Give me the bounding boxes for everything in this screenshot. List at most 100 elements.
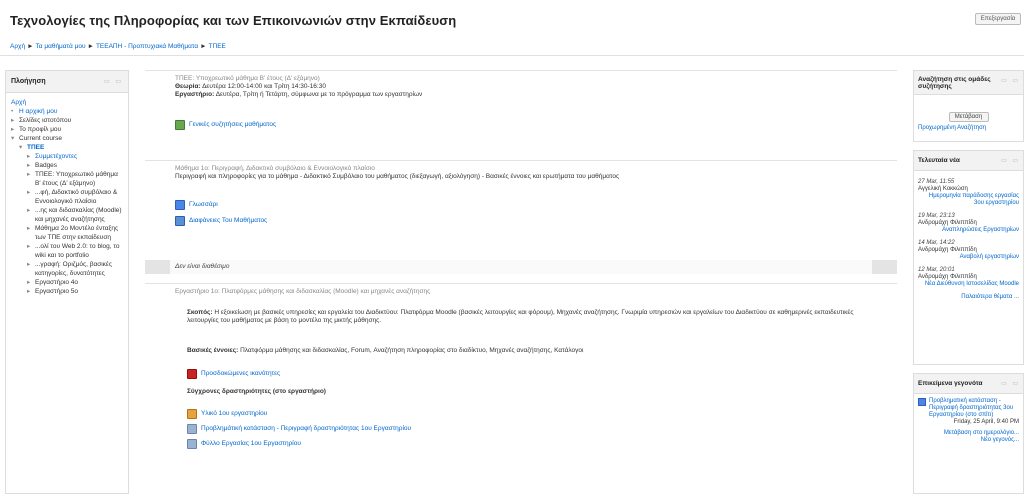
activities-heading: Σύγχρονες δραστηριότητες (στο εργαστήριο… [187,388,326,395]
nav-item[interactable]: ▸ Μάθημα 2ο Μοντέλο ένταξης των ΤΠΕ στην … [11,224,124,242]
glossary-icon [175,200,185,210]
activity-link[interactable]: Φύλλο Εργασίας 1ου Εργαστηρίου [201,440,301,448]
nav-item[interactable]: ▸ Εργαστήριο 4ο [11,278,124,287]
go-to-calendar-link[interactable]: Μετάβαση στο ημερολόγιο... [918,430,1019,437]
activity-link[interactable]: Διαφάνειες Του Μαθήματος [189,217,267,225]
block-controls-icon[interactable]: ▭ ▭ [1001,157,1020,164]
concepts-text: Πλατφόρμα μάθησης και διδασκαλίας, Forum… [240,347,584,354]
nav-item-label[interactable]: Εργαστήριο 4ο [35,278,78,287]
calendar-event-icon [918,398,926,406]
section-heading: ΤΠΕΕ: Υποχρεωτικό μάθημα Β' έτους (Δ' εξ… [175,75,320,82]
news-subject-link[interactable]: Ημερομηνία παράδοσης εργασίας 3ου εργαστ… [918,193,1019,207]
bullet-icon: • [11,108,14,115]
news-author: Ανδρομάχη Φιλιππίδη [918,274,977,280]
nav-item[interactable]: ▸ ...γραφή: Οριζμός, βασικές κατηγορίες, … [11,260,124,278]
nav-item-label[interactable]: ΤΠΕΕ [27,143,44,152]
collapsed-arrow-icon: ▸ [27,189,31,196]
news-item: 27 Mar, 11:55 Αγγελική Κοκκώση Ημερομηνία … [918,179,1019,207]
expanded-arrow-icon: ▾ [19,144,23,151]
section-right-bar [872,260,897,274]
nav-item[interactable]: ▸ Εργαστήριο 5ο [11,287,124,296]
news-date: 12 Mar, 20:01 [918,267,955,273]
goal-paragraph: Σκοπός: Η εξοικείωση με βασικές υπηρεσίε… [175,309,867,325]
section-left-bar [145,260,170,274]
activity-link[interactable]: Γενικές συζητήσεις μαθήματος [189,121,276,129]
nav-item-label[interactable]: ...φή, Διδακτικό συμβόλαιο & Εννοιολογικ… [35,188,124,206]
nav-item-label[interactable]: Εργαστήριο 5ο [35,287,78,296]
breadcrumb-separator-icon: ► [87,43,94,50]
nav-item-label[interactable]: Αρχή [11,98,26,107]
news-subject-link[interactable]: Αναπληρώσεις Εργαστηρίων [918,227,1019,234]
nav-item-label[interactable]: Η αρχική μου [19,107,57,116]
activity-link[interactable]: Προβλημάτική κατάσταση - Περιγραφή δραστ… [201,425,411,433]
nav-item[interactable]: ▾ ΤΠΕΕ [11,143,124,152]
activity-pdf[interactable]: Προσδοκώμενες ικανότητες [175,369,867,379]
nav-item-label[interactable]: Το προφίλ μου [19,125,61,134]
course-content: ΤΠΕΕ: Υποχρεωτικό μάθημα Β' έτους (Δ' εξ… [145,70,897,494]
nav-item-label[interactable]: ...ης και διδασκαλίας (Moodle) και μηχαν… [35,206,124,224]
nav-item-home[interactable]: Αρχή [11,98,124,107]
breadcrumb-my-courses[interactable]: Τα μαθήματά μου [36,43,86,50]
collapsed-arrow-icon: ▸ [27,243,31,250]
navigation-block-header: Πλοήγηση ▭ ▭ [6,71,128,93]
activity-link[interactable]: Γλωσσάρι [189,201,218,209]
activity-assignment[interactable]: Προβλημάτική κατάσταση - Περιγραφή δραστ… [175,424,867,434]
block-controls-icon[interactable]: ▭ ▭ [1001,380,1020,387]
new-event-link[interactable]: Νέο γεγονός... [918,437,1019,444]
nav-item[interactable]: ▸ ...φή, Διδακτικό συμβόλαιο & Εννοιολογι… [11,188,124,206]
activity-folder[interactable]: Διαφάνειες Του Μαθήματος [175,216,867,226]
breadcrumb: Αρχή ► Τα μαθήματά μου ► ΤΕΕΑΠΗ - Προπτυχιακ… [10,43,226,50]
activity-glossary[interactable]: Γλωσσάρι [175,200,867,210]
nav-item-label[interactable]: Current course [19,134,62,143]
nav-item[interactable]: ▾ Current course [11,134,124,143]
breadcrumb-category[interactable]: ΤΕΕΑΠΗ - Προπτυχιακά Μαθήματα [96,43,198,50]
activity-forum[interactable]: Γενικές συζητήσεις μαθήματος [175,120,867,130]
collapsed-arrow-icon: ▸ [27,288,31,295]
block-controls-icon[interactable]: ▭ ▭ [1001,77,1020,84]
advanced-search-link[interactable]: Προχωρημένη Αναζήτηση [918,125,1019,132]
course-section-general: ΤΠΕΕ: Υποχρεωτικό μάθημα Β' έτους (Δ' εξ… [145,70,897,145]
news-item: 12 Mar, 20:01 Ανδρομάχη Φιλιππίδη Νέα Διεύ… [918,267,1019,288]
search-forums-block: Αναζήτηση στις ομάδες συζήτησης ▭ ▭ Μετά… [913,70,1024,142]
pdf-icon [187,369,197,379]
news-subject-link[interactable]: Νέα Διεύθυνση Ιστοσελίδας Moodle [918,281,1019,288]
nav-item[interactable]: ▸ ...ης και διδασκαλίας (Moodle) και μηχα… [11,206,124,224]
block-controls-icon[interactable]: ▭ ▭ [104,78,123,85]
latest-news-block: Τελευταία νέα ▭ ▭ 27 Mar, 11:55 Αγγελική … [913,150,1024,365]
news-subject-link[interactable]: Αναβολή εργαστηρίων [918,254,1019,261]
nav-item[interactable]: ▸ Σελίδες ιστοτόπου [11,116,124,125]
breadcrumb-home[interactable]: Αρχή [10,43,25,50]
nav-item[interactable]: ▸ Συμμετέχοντες [11,152,124,161]
activity-link[interactable]: Προσδοκώμενες ικανότητες [201,370,280,378]
older-topics-link[interactable]: Παλαιότερα θέματα ... [918,294,1019,301]
nav-item-label[interactable]: Σελίδες ιστοτόπου [19,116,71,125]
collapsed-arrow-icon: ▸ [27,171,31,178]
block-header: Τελευταία νέα ▭ ▭ [914,151,1023,171]
event-date: Friday, 25 April, 9:40 PM [953,419,1019,425]
lab-label: Εργαστήριο: [175,91,215,98]
search-go-button[interactable]: Μετάβαση [948,112,989,122]
event-title[interactable]: Προβληματική κατάσταση - Περιγραφή δραστ… [929,398,1019,419]
nav-item-label[interactable]: ΤΠΕΕ: Υποχρεωτικό μάθημα Β' έτους (Δ' εξ… [35,170,124,188]
nav-item-label[interactable]: Συμμετέχοντες [35,152,77,161]
nav-item[interactable]: ▸ ΤΠΕΕ: Υποχρεωτικό μάθημα Β' έτους (Δ' ε… [11,170,124,188]
nav-item-label[interactable]: Μάθημα 2ο Μοντέλο ένταξης των ΤΠΕ στην ε… [35,224,124,242]
nav-item-label[interactable]: Badges [35,161,57,170]
nav-item[interactable]: ▸ ...ολί του Web 2.0: το blog, το wiki κα… [11,242,124,260]
nav-item[interactable]: • Η αρχική μου [11,107,124,116]
breadcrumb-course[interactable]: ΤΠΕΕ [209,43,226,50]
block-header: Αναζήτηση στις ομάδες συζήτησης ▭ ▭ [914,71,1023,95]
collapsed-arrow-icon: ▸ [11,126,15,133]
nav-item-label[interactable]: ...γραφή: Οριζμός, βασικές κατηγορίες, δ… [35,260,124,278]
activity-worksheet[interactable]: Φύλλο Εργασίας 1ου Εργαστηρίου [175,439,867,449]
file-icon [187,409,197,419]
navigation-tree: Αρχή • Η αρχική μου ▸ Σελίδες ιστοτόπου ▸ Το … [6,93,128,296]
nav-item[interactable]: ▸ Το προφίλ μου [11,125,124,134]
activity-link[interactable]: Υλικό 1ου εργαστηρίου [201,410,267,418]
nav-item[interactable]: ▸ Badges [11,161,124,170]
activity-file[interactable]: Υλικό 1ου εργαστηρίου [175,409,867,419]
nav-item-label[interactable]: ...ολί του Web 2.0: το blog, το wiki και… [35,242,124,260]
expanded-arrow-icon: ▾ [11,135,15,142]
event-item[interactable]: Προβληματική κατάσταση - Περιγραφή δραστ… [918,398,1019,419]
edit-button[interactable]: Επεξεργασία [975,13,1021,25]
